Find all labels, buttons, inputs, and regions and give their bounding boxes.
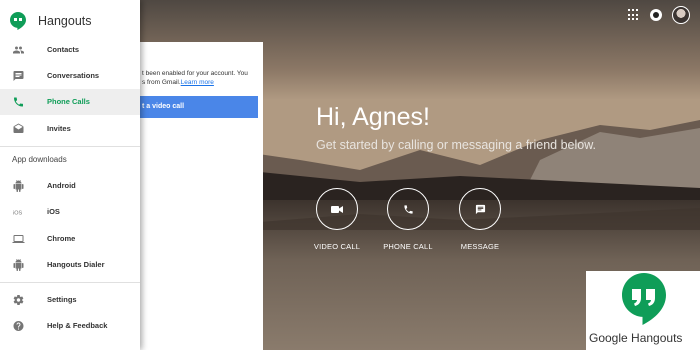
sidebar-item-help-feedback[interactable]: Help & Feedback [0,313,140,339]
greeting-subtitle: Get started by calling or messaging a fr… [316,138,597,152]
message-label: MESSAGE [460,242,500,251]
gear-icon [13,295,24,306]
phone-call-action[interactable]: PHONE CALL [368,188,448,251]
google-hangouts-text: Google Hangouts [589,331,683,345]
sidebar-item-invites[interactable]: Invites [0,116,140,142]
android-icon [13,180,24,192]
google-hangouts-logo-box: Google Hangouts [586,271,700,350]
sidebar-divider [0,282,140,283]
sidebar-item-android[interactable]: Android [0,173,140,199]
sidebar-item-contacts[interactable]: Contacts [0,37,140,63]
sidebar-item-phone-calls[interactable]: Phone Calls [0,89,140,115]
sidebar-item-conversations[interactable]: Conversations [0,63,140,89]
sidebar-item-hangouts-dialer[interactable]: Hangouts Dialer [0,252,140,278]
sidebar-brand: Hangouts [10,12,92,30]
android-icon [13,259,24,271]
video-call-label: VIDEO CALL [313,242,361,251]
sidebar-item-label: Contacts [47,45,80,54]
avatar[interactable] [672,6,690,24]
sidebar-divider [0,146,140,147]
card-message: t been enabled for your account. You s f… [142,69,262,87]
card-message-line2: s from Gmail. [142,79,181,86]
sidebar-item-label: Hangouts Dialer [47,260,105,269]
message-button[interactable] [459,188,501,230]
sidebar-item-label: Phone Calls [47,97,90,106]
hangouts-logo-icon [10,12,26,30]
sidebar-item-label: Android [47,181,76,190]
card-message-line1: t been enabled for your account. You [142,70,248,77]
video-call-action[interactable]: VIDEO CALL [297,188,377,251]
sidebar-item-label: Conversations [47,71,100,80]
video-call-card: t been enabled for your account. You s f… [130,42,263,350]
top-bar [628,6,690,24]
phone-icon [403,204,413,214]
phone-call-label: PHONE CALL [383,242,433,251]
app-title: Hangouts [38,14,92,28]
sidebar-item-label: iOS [47,207,60,216]
sidebar: Hangouts Contacts Conversations Phone Ca… [0,0,140,350]
app-downloads-heading: App downloads [12,155,67,164]
videocam-icon [331,205,343,213]
sidebar-item-ios[interactable]: iOS iOS [0,199,140,225]
sidebar-item-label: Invites [47,124,71,133]
hangouts-logo-icon [622,273,666,325]
ios-icon: iOS [13,211,23,217]
sidebar-item-settings[interactable]: Settings [0,287,140,313]
learn-more-link[interactable]: Learn more [181,79,214,86]
chat-icon [13,71,24,81]
laptop-icon [12,235,25,243]
sidebar-item-label: Chrome [47,234,76,243]
phone-icon [14,97,23,107]
greeting-title: Hi, Agnes! [316,103,430,131]
apps-grid-icon[interactable] [628,9,640,21]
sidebar-item-label: Settings [47,295,77,304]
sidebar-item-label: Help & Feedback [47,321,108,330]
sidebar-item-chrome[interactable]: Chrome [0,226,140,252]
mail-icon [13,123,24,133]
svg-text:iOS: iOS [13,211,23,217]
phone-call-button[interactable] [387,188,429,230]
message-icon [475,204,485,214]
status-icon[interactable] [650,9,662,21]
message-action[interactable]: MESSAGE [440,188,520,251]
help-icon [13,321,24,331]
start-video-call-button[interactable]: t a video call [130,96,258,118]
people-icon [13,46,24,54]
video-call-button[interactable] [316,188,358,230]
